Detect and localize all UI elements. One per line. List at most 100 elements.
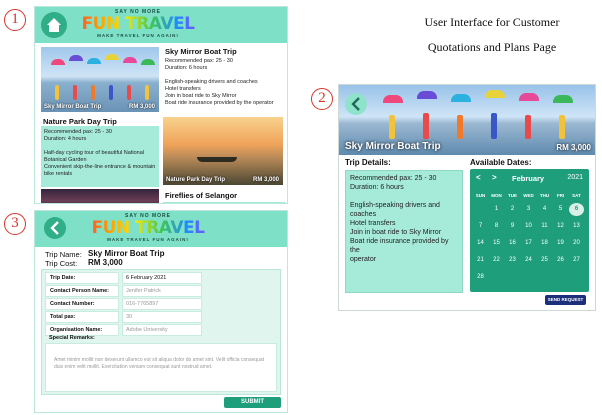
brand-logo: SAY NO MORE FUN TRAVEL MAKE TRAVEL FUN A… [73, 9, 203, 38]
calendar-day[interactable]: 24 [521, 254, 536, 267]
app-header: SAY NO MORE FUN TRAVEL MAKE TRAVEL FUN A… [35, 211, 287, 247]
trip-image-price: RM 3,000 [128, 104, 155, 110]
calendar-day[interactable]: 9 [505, 220, 520, 233]
weekday-label: SUN [475, 193, 486, 198]
calendar-day[interactable]: 11 [537, 220, 552, 233]
calendar-day[interactable]: 26 [553, 254, 568, 267]
field-label: Trip Date: [45, 272, 119, 284]
back-button[interactable] [345, 93, 367, 115]
trip-list-screen: SAY NO MORE FUN TRAVEL MAKE TRAVEL FUN A… [34, 6, 288, 204]
trip-details-nature-park: Recommended pax: 25 - 30 Duration: 4 hou… [41, 126, 159, 187]
calendar-day[interactable]: 15 [489, 237, 504, 250]
trip-cost-label: Trip Cost: [45, 259, 78, 268]
back-button[interactable] [44, 217, 66, 239]
trip-image-fireflies[interactable] [41, 189, 159, 203]
calendar-day[interactable]: 20 [569, 237, 584, 250]
quotation-form-screen: SAY NO MORE FUN TRAVEL MAKE TRAVEL FUN A… [34, 210, 288, 413]
detail-line: Recommended pax: 25 - 30 [44, 129, 112, 135]
calendar-day[interactable]: 16 [505, 237, 520, 250]
detail-line: Join in boat ride to Sky Mirror [350, 229, 442, 236]
detail-line: Duration: 4 hours [44, 136, 87, 142]
trip-title-sky-mirror[interactable]: Sky Mirror Boat Trip [165, 47, 237, 56]
prev-month-button[interactable]: < [476, 173, 481, 182]
detail-line: Recommended pax: 25 - 30 [350, 175, 437, 182]
detail-line: bike rentals [44, 171, 73, 177]
detail-line: Hotel transfers [350, 220, 396, 227]
detail-line: Recommended pax: 25 - 30 [165, 58, 233, 64]
calendar-day[interactable]: 18 [537, 237, 552, 250]
trip-date-field[interactable]: 6 February 2021 [122, 272, 202, 284]
calendar-day[interactable]: 13 [569, 220, 584, 233]
calendar-day[interactable]: 10 [521, 220, 536, 233]
trip-name-value: Sky Mirror Boat Trip [88, 249, 165, 258]
detail-line: Join in boat ride to Sky Mirror [165, 93, 237, 99]
weekday-label: TUE [508, 193, 517, 198]
detail-line: Botanical Garden [44, 157, 87, 163]
calendar-day[interactable]: 7 [473, 220, 488, 233]
detail-line: English-speaking drivers and coaches [165, 79, 258, 85]
caption-line-2: Quotations and Plans Page [427, 40, 557, 54]
weekday-label: FRI [556, 193, 565, 198]
brand-logo: SAY NO MORE FUN TRAVEL MAKE TRAVEL FUN A… [83, 213, 213, 242]
trip-hero-image: Sky Mirror Boat Trip RM 3,000 [339, 85, 595, 155]
trip-title: Sky Mirror Boat Trip [345, 141, 441, 152]
detail-line: Boat ride insurance provided by the oper… [165, 100, 274, 106]
special-remarks-label: Special Remarks: [49, 335, 95, 341]
contact-name-field[interactable]: Jenifer Patrick [122, 285, 202, 297]
form-row-contact-name: Contact Person Name: Jenifer Patrick [45, 285, 277, 297]
app-header: SAY NO MORE FUN TRAVEL MAKE TRAVEL FUN A… [35, 7, 287, 43]
weekday-label: WED [523, 193, 534, 198]
total-pax-field[interactable]: 30 [122, 311, 202, 323]
trip-image-nature-park[interactable]: Nature Park Day Trip RM 3,000 [163, 117, 283, 185]
contact-number-field[interactable]: 016-7765897 [122, 298, 202, 310]
send-request-button[interactable]: SEND REQUEST [545, 295, 586, 305]
calendar-day[interactable]: 23 [505, 254, 520, 267]
detail-line: Half-day cycling tour of beautiful Natio… [44, 150, 144, 156]
weekday-label: SAT [572, 193, 581, 198]
weekday-label: THU [539, 193, 550, 198]
home-icon [47, 18, 61, 32]
calendar-day[interactable]: 12 [553, 220, 568, 233]
trip-price: RM 3,000 [556, 143, 591, 152]
next-month-button[interactable]: > [492, 173, 497, 182]
special-remarks-textarea[interactable]: Amet minim mollit non deserunt ullamco e… [45, 343, 277, 392]
calendar-day[interactable]: 4 [537, 203, 552, 216]
boat-shape [197, 157, 237, 162]
trip-title-fireflies[interactable]: Fireflies of Selangor [165, 191, 237, 200]
trip-name-label: Trip Name: [45, 250, 82, 259]
trip-image-label: Sky Mirror Boat Trip [44, 104, 102, 110]
detail-line: English-speaking drivers and [350, 202, 440, 209]
calendar-day-selected[interactable]: 6 [569, 203, 584, 216]
calendar-day[interactable]: 25 [537, 254, 552, 267]
detail-line: coaches [350, 211, 377, 218]
submit-button[interactable]: SUBMIT [224, 397, 281, 408]
calendar-day[interactable]: 8 [489, 220, 504, 233]
trip-image-sky-mirror[interactable]: Sky Mirror Boat Trip RM 3,000 [41, 47, 159, 112]
detail-line: operator [350, 256, 377, 263]
trip-details-fireflies [163, 202, 285, 203]
calendar-day[interactable]: 19 [553, 237, 568, 250]
weekday-label: MON [491, 193, 502, 198]
calendar-day[interactable]: 1 [489, 203, 504, 216]
trip-details-panel: Recommended pax: 25 - 30 Duration: 6 hou… [345, 170, 463, 293]
calendar-day[interactable]: 3 [521, 203, 536, 216]
chevron-left-icon [351, 97, 360, 111]
calendar-day[interactable]: 22 [489, 254, 504, 267]
calendar-day[interactable]: 2 [505, 203, 520, 216]
calendar-day[interactable]: 27 [569, 254, 584, 267]
caption-line-1: User Interface for Customer [424, 15, 560, 29]
screen-marker-2: 2 [311, 88, 333, 110]
screen-marker-1: 1 [4, 9, 26, 31]
calendar-day[interactable]: 17 [521, 237, 536, 250]
home-button[interactable] [41, 12, 67, 38]
field-label: Total pax: [45, 311, 119, 323]
calendar-day[interactable]: 21 [473, 254, 488, 267]
available-dates-label: Available Dates: [470, 158, 532, 167]
calendar-year: 2021 [567, 174, 583, 181]
calendar-day[interactable]: 5 [553, 203, 568, 216]
trip-title-nature-park[interactable]: Nature Park Day Trip [43, 117, 117, 126]
form-row-total-pax: Total pax: 30 [45, 311, 277, 323]
calendar-day[interactable]: 28 [473, 271, 488, 284]
calendar-day[interactable]: 14 [473, 237, 488, 250]
organisation-field[interactable]: Adobe University [122, 324, 202, 336]
